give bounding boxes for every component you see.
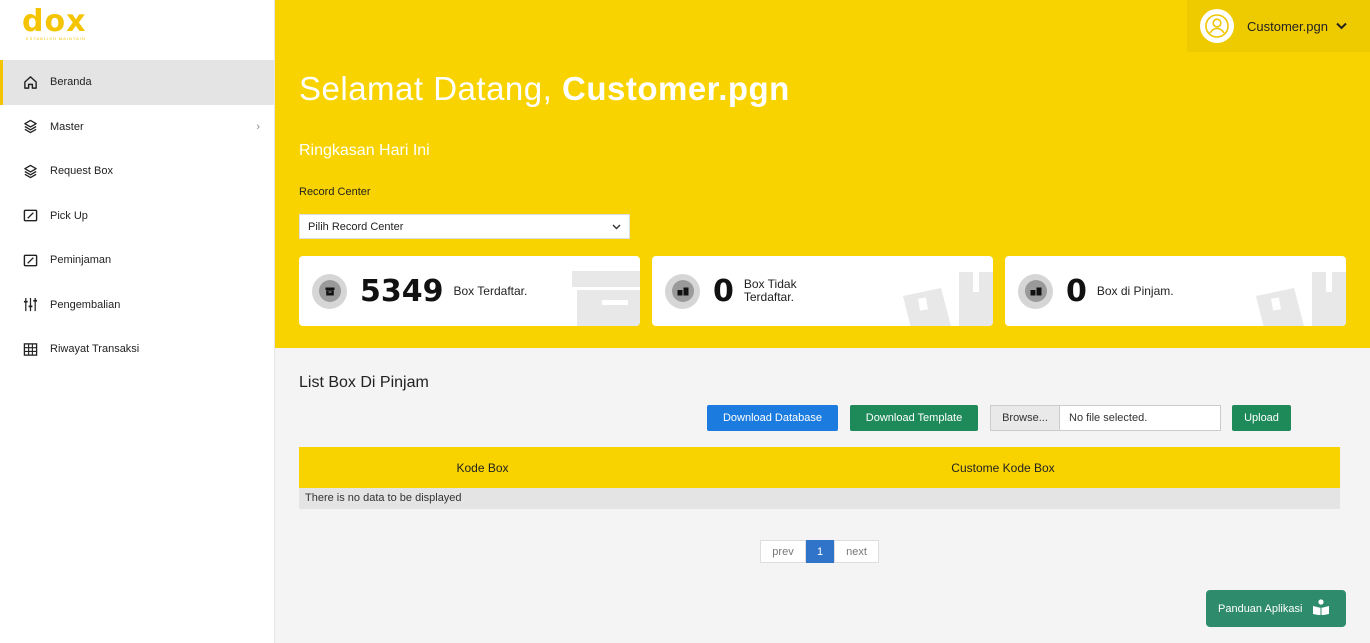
download-database-button[interactable]: Download Database xyxy=(707,405,838,431)
user-name: Customer.pgn xyxy=(1247,18,1328,34)
next-page-button[interactable]: next xyxy=(834,540,879,563)
boxes-icon xyxy=(665,273,700,309)
page-title: Selamat Datang, Customer.pgn xyxy=(299,70,790,108)
pagination: prev 1 next xyxy=(760,540,879,563)
column-header-kode-box[interactable]: Kode Box xyxy=(299,447,666,488)
sidebar-item-label: Pengembalian xyxy=(50,298,121,311)
page-button-current[interactable]: 1 xyxy=(806,540,834,563)
stat-value: 5349 xyxy=(360,273,444,309)
summary-title: Ringkasan Hari Ini xyxy=(299,142,430,159)
sidebar-item-pengembalian[interactable]: Pengembalian xyxy=(0,283,274,328)
user-avatar-icon xyxy=(1200,9,1234,43)
record-center-value: Pilih Record Center xyxy=(308,220,404,233)
box-table: Kode Box Custome Kode Box There is no da… xyxy=(299,447,1340,509)
stat-card-box-di-pinjam: 0 Box di Pinjam. xyxy=(1005,256,1346,326)
chevron-right-icon: › xyxy=(256,120,260,133)
sidebar-item-request-box[interactable]: Request Box xyxy=(0,149,274,194)
home-icon xyxy=(22,74,38,90)
list-title: List Box Di Pinjam xyxy=(299,374,429,391)
reader-icon xyxy=(1312,599,1330,618)
archive-icon xyxy=(572,271,640,326)
boxes-icon xyxy=(1256,272,1346,326)
logo-tagline: ESTABLISH MAINTAIN xyxy=(26,36,86,41)
layers-icon xyxy=(22,119,38,135)
sidebar-item-label: Beranda xyxy=(50,76,92,89)
sidebar: dox ESTABLISH MAINTAIN Beranda Master › … xyxy=(0,0,275,643)
table-header: Kode Box Custome Kode Box xyxy=(299,447,1340,488)
stat-label: Box Tidak Terdaftar. xyxy=(743,277,797,304)
sidebar-item-riwayat-transaksi[interactable]: Riwayat Transaksi xyxy=(0,327,274,372)
logo[interactable]: dox ESTABLISH MAINTAIN xyxy=(0,0,274,60)
layers-icon xyxy=(22,163,38,179)
sidebar-item-label: Peminjaman xyxy=(50,254,112,267)
record-center-select[interactable]: Pilih Record Center xyxy=(299,214,630,239)
chevron-down-icon xyxy=(1336,17,1347,35)
sidebar-item-label: Riwayat Transaksi xyxy=(50,343,140,356)
sliders-icon xyxy=(22,297,38,313)
welcome-name: Customer.pgn xyxy=(561,70,790,107)
sidebar-item-label: Request Box xyxy=(50,165,113,178)
upload-button[interactable]: Upload xyxy=(1232,405,1291,431)
stat-label: Box Terdaftar. xyxy=(453,283,528,298)
help-guide-button[interactable]: Panduan Aplikasi xyxy=(1206,590,1346,627)
chevron-down-icon xyxy=(612,221,621,233)
empty-message: There is no data to be displayed xyxy=(299,488,1340,509)
stat-label: Box di Pinjam. xyxy=(1096,283,1174,298)
sidebar-item-master[interactable]: Master › xyxy=(0,105,274,150)
boxes-icon xyxy=(1018,273,1053,309)
download-template-button[interactable]: Download Template xyxy=(850,405,978,431)
stat-card-box-terdaftar: 5349 Box Terdaftar. xyxy=(299,256,640,326)
prev-page-button[interactable]: prev xyxy=(760,540,806,563)
sidebar-item-beranda[interactable]: Beranda xyxy=(0,60,274,105)
archive-icon xyxy=(312,273,347,309)
edit-box-icon xyxy=(22,208,38,224)
user-menu[interactable]: Customer.pgn xyxy=(1187,0,1370,52)
browse-button[interactable]: Browse... xyxy=(991,406,1060,430)
stat-value: 0 xyxy=(1066,273,1087,309)
column-header-custome-kode-box[interactable]: Custome Kode Box xyxy=(666,447,1340,488)
file-name-display: No file selected. xyxy=(1069,412,1148,424)
sidebar-item-peminjaman[interactable]: Peminjaman xyxy=(0,238,274,283)
logo-text: dox xyxy=(22,4,87,39)
grid-icon xyxy=(22,341,38,357)
edit-box-icon xyxy=(22,252,38,268)
sidebar-item-pick-up[interactable]: Pick Up xyxy=(0,194,274,239)
sidebar-item-label: Master xyxy=(50,120,84,133)
boxes-icon xyxy=(903,272,993,326)
help-guide-label: Panduan Aplikasi xyxy=(1218,602,1303,615)
stat-card-box-tidak-terdaftar: 0 Box Tidak Terdaftar. xyxy=(652,256,993,326)
record-center-label: Record Center xyxy=(299,186,371,198)
file-input[interactable]: Browse... No file selected. xyxy=(990,405,1221,431)
sidebar-item-label: Pick Up xyxy=(50,209,88,222)
stat-value: 0 xyxy=(713,273,734,309)
welcome-prefix: Selamat Datang, xyxy=(299,70,553,107)
